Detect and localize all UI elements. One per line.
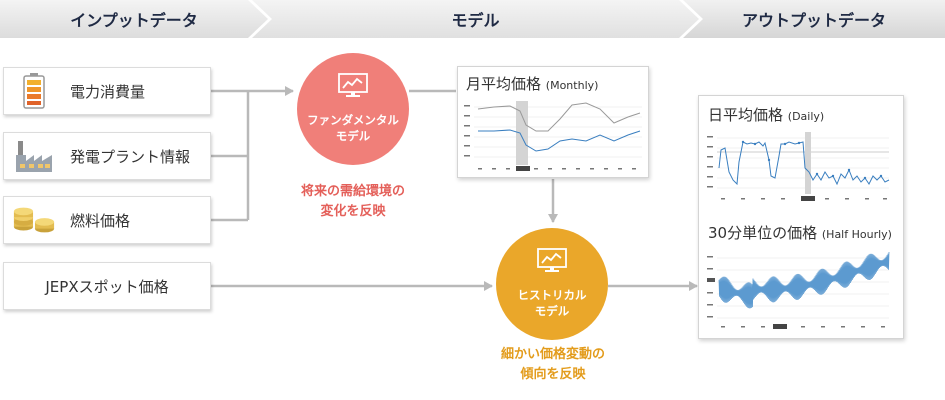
- coins-icon: [12, 200, 56, 240]
- monthly-price-thumbnail: [464, 99, 642, 171]
- historical-model-node: ヒストリカル モデル: [496, 228, 608, 340]
- output-price-card: 日平均価格 (Daily) 30分単位の価格 (Half Hourly): [698, 95, 904, 339]
- input-label: 発電プラント情報: [70, 147, 191, 166]
- input-label: 燃料価格: [70, 211, 131, 230]
- monthly-price-title: 月平均価格 (Monthly): [466, 75, 599, 93]
- fundamental-model-caption: 将来の需給環境の 変化を反映: [300, 184, 405, 219]
- monthly-price-card: 月平均価格 (Monthly): [457, 66, 649, 178]
- input-label: JEPXスポット価格: [45, 277, 169, 296]
- historical-model-line2: モデル: [534, 304, 570, 319]
- input-power-plant-info: 発電プラント情報: [3, 132, 211, 180]
- fundamental-model-node: ファンダメンタル モデル: [297, 53, 409, 165]
- fundamental-model-line2: モデル: [335, 129, 371, 144]
- input-power-consumption: 電力消費量: [3, 67, 211, 115]
- input-jepx-spot-price: JEPXスポット価格: [3, 262, 211, 310]
- historical-model-caption: 細かい価格変動の 傾向を反映: [500, 347, 605, 382]
- historical-model-line1: ヒストリカル: [517, 287, 587, 302]
- daily-price-thumbnail: [707, 132, 890, 201]
- factory-icon: [12, 136, 56, 176]
- half-hourly-price-title: 30分単位の価格 (Half Hourly): [708, 224, 892, 242]
- input-fuel-price: 燃料価格: [3, 196, 211, 244]
- battery-icon: [12, 71, 56, 111]
- monitor-chart-icon: [338, 73, 368, 104]
- monitor-chart-icon: [537, 248, 567, 279]
- input-label: 電力消費量: [70, 82, 146, 101]
- half-hourly-price-thumbnail: [707, 251, 890, 329]
- daily-price-title: 日平均価格 (Daily): [708, 106, 825, 124]
- fundamental-model-line1: ファンダメンタル: [307, 112, 399, 127]
